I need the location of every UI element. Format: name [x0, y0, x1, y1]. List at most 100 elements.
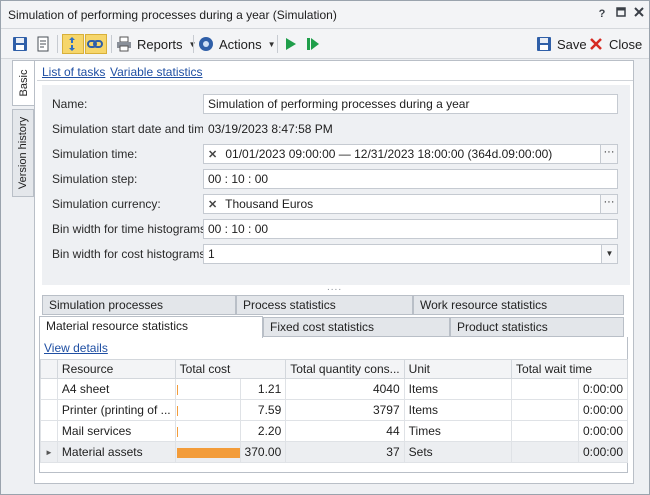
- tab-label: Fixed cost statistics: [270, 320, 375, 334]
- save-icon-button[interactable]: [11, 34, 29, 54]
- maximize-button[interactable]: [614, 7, 628, 21]
- bin-time-field[interactable]: 00 : 10 : 00: [203, 219, 618, 239]
- tab-material-resource-statistics[interactable]: Material resource statistics: [39, 316, 263, 338]
- help-button[interactable]: ?: [595, 7, 609, 21]
- row-indicator[interactable]: [40, 399, 58, 421]
- bin-time-label: Bin width for time histograms:: [52, 222, 210, 236]
- bin-cost-label: Bin width for cost histograms:: [52, 247, 209, 261]
- tab-basic-label: Basic: [17, 69, 30, 97]
- ellipsis-button[interactable]: ···: [600, 195, 617, 213]
- reports-menu-button[interactable]: Reports ▼: [115, 34, 196, 54]
- floppy-icon: [11, 35, 29, 53]
- cost-bar-cell: [174, 441, 241, 463]
- cost-bar: [176, 448, 240, 458]
- row-indicator[interactable]: ►: [40, 441, 58, 463]
- wait-bar-cell: [511, 420, 579, 442]
- table-row[interactable]: Mail services 2.20 44 Times 0:00:00: [40, 420, 629, 442]
- tab-process-statistics[interactable]: Process statistics: [236, 295, 413, 315]
- tab-product-statistics[interactable]: Product statistics: [450, 317, 624, 337]
- cost-bar: [176, 427, 178, 437]
- actions-label: Actions: [219, 36, 262, 52]
- wait-bar-cell: [511, 399, 579, 421]
- tab-basic[interactable]: Basic: [12, 60, 34, 106]
- cost-cell: 1.21: [239, 378, 287, 400]
- close-label: Close: [609, 36, 643, 52]
- simulation-window: Simulation of performing processes durin…: [0, 0, 650, 495]
- start-value: 03/19/2023 8:47:58 PM: [208, 122, 333, 136]
- quantity-cell: 4040: [285, 378, 405, 400]
- save-button[interactable]: Save: [535, 34, 587, 54]
- start-label: Simulation start date and time:: [52, 122, 215, 136]
- save-label: Save: [557, 36, 587, 52]
- quantity-cell: 3797: [285, 399, 405, 421]
- bin-cost-field[interactable]: 1 ▼: [203, 244, 618, 264]
- name-field[interactable]: Simulation of performing processes durin…: [203, 94, 618, 114]
- tab-label: Material resource statistics: [46, 319, 189, 333]
- tab-label: Product statistics: [457, 320, 548, 334]
- splitter-grip[interactable]: ....: [327, 282, 342, 293]
- column-header[interactable]: Resource: [56, 359, 176, 379]
- column-header[interactable]: Unit: [403, 359, 513, 379]
- chevron-down-icon[interactable]: ▼: [601, 245, 617, 263]
- report-doc-button[interactable]: [34, 34, 52, 54]
- close-window-button[interactable]: [632, 7, 646, 21]
- list-of-tasks-link[interactable]: List of tasks: [42, 65, 105, 79]
- link-toggle-button[interactable]: [85, 34, 107, 54]
- ellipsis-button[interactable]: ···: [600, 145, 617, 163]
- column-header[interactable]: Total quantity cons...: [285, 359, 405, 379]
- wait-bar-cell: [511, 441, 579, 463]
- close-button[interactable]: Close: [587, 34, 642, 54]
- cost-bar: [176, 406, 178, 416]
- view-details-link[interactable]: View details: [44, 341, 108, 355]
- floppy-icon: [535, 35, 553, 53]
- expand-toggle-button[interactable]: [62, 34, 84, 54]
- step-field[interactable]: 00 : 10 : 00: [203, 169, 618, 189]
- wait-cell: 0:00:00: [577, 378, 629, 400]
- tab-work-resource-statistics[interactable]: Work resource statistics: [413, 295, 624, 315]
- resource-cell: Material assets: [56, 441, 176, 463]
- resource-cell: Mail services: [56, 420, 176, 442]
- tab-version-history[interactable]: Version history: [12, 109, 34, 197]
- bin-cost-value: 1: [208, 247, 215, 261]
- red-x-icon: [587, 35, 605, 53]
- table-row[interactable]: A4 sheet 1.21 4040 Items 0:00:00: [40, 378, 629, 400]
- unit-cell: Times: [403, 420, 513, 442]
- wait-bar-cell: [511, 378, 579, 400]
- tab-label: Work resource statistics: [420, 298, 548, 312]
- chain-link-icon: [86, 35, 104, 53]
- tab-version-history-label: Version history: [17, 116, 29, 190]
- bin-time-value: 00 : 10 : 00: [208, 222, 269, 236]
- currency-value: Thousand Euros: [225, 197, 314, 211]
- column-header[interactable]: Total cost: [174, 359, 287, 379]
- table-row[interactable]: Printer (printing of ... 7.59 3797 Items 0:0…: [40, 399, 629, 421]
- links-bar: List of tasks Variable statistics: [37, 62, 633, 81]
- actions-menu-button[interactable]: Actions ▼: [197, 34, 276, 54]
- reports-label: Reports: [137, 36, 183, 52]
- tab-fixed-cost-statistics[interactable]: Fixed cost statistics: [263, 317, 450, 337]
- wait-cell: 0:00:00: [577, 441, 629, 463]
- window-title: Simulation of performing processes durin…: [8, 8, 337, 22]
- row-indicator[interactable]: [40, 420, 58, 442]
- currency-field[interactable]: ✕ Thousand Euros ···: [203, 194, 618, 214]
- toolbar: Reports ▼ Actions ▼ Save: [1, 29, 649, 59]
- run-step-button[interactable]: [304, 34, 322, 54]
- clear-icon[interactable]: ✕: [208, 198, 222, 211]
- cost-cell: 2.20: [239, 420, 287, 442]
- table-row[interactable]: ► Material assets 370.00 37 Sets 0:00:00: [40, 441, 629, 463]
- clear-icon[interactable]: ✕: [208, 148, 222, 161]
- resource-cell: Printer (printing of ...: [56, 399, 176, 421]
- cost-bar-cell: [174, 399, 241, 421]
- actions-gear-icon: [197, 35, 215, 53]
- start-field: 03/19/2023 8:47:58 PM: [203, 119, 618, 139]
- run-button[interactable]: [282, 34, 300, 54]
- variable-statistics-link[interactable]: Variable statistics: [110, 65, 202, 79]
- material-resource-table: Resource Total cost Total quantity cons.…: [40, 359, 629, 463]
- title-bar: Simulation of performing processes durin…: [1, 1, 649, 29]
- time-field[interactable]: ✕ 01/01/2023 09:00:00 — 12/31/2023 18:00…: [203, 144, 618, 164]
- row-indicator[interactable]: [40, 378, 58, 400]
- tab-simulation-processes[interactable]: Simulation processes: [42, 295, 236, 315]
- expand-arrows-icon: [63, 35, 81, 53]
- step-value: 00 : 10 : 00: [208, 172, 269, 186]
- quantity-cell: 44: [285, 420, 405, 442]
- column-header[interactable]: Total wait time: [511, 359, 628, 379]
